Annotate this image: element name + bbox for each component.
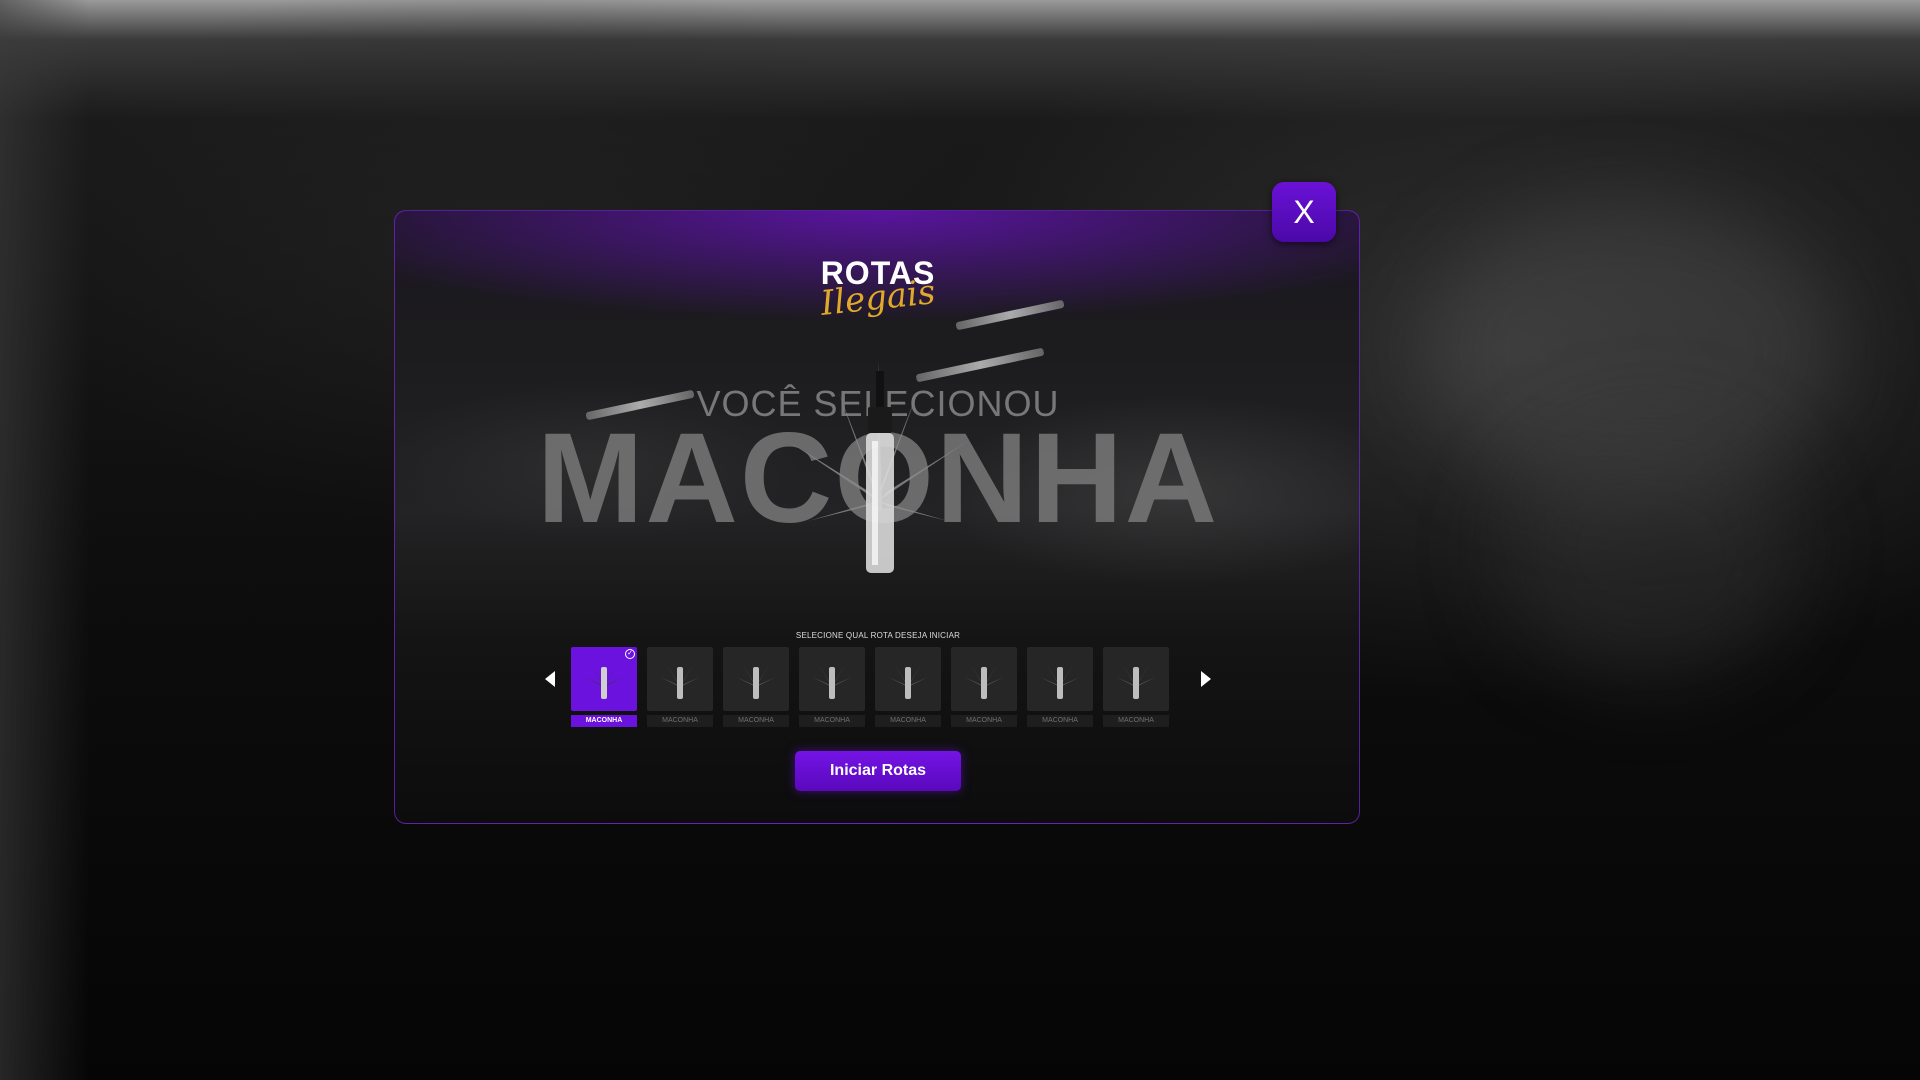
route-card-label: MACONHA [647,715,713,727]
cannabis-vial-icon [1040,663,1080,699]
rotas-ilegais-logo: ROTAS Ilegais [395,257,1359,324]
route-card-label: MACONHA [1103,715,1169,727]
route-card-image [1027,647,1093,711]
selected-check-icon: ✓ [625,649,635,659]
cannabis-vial-icon [660,663,700,699]
cannabis-vial-icon [788,361,968,573]
route-card-label: MACONHA [875,715,941,727]
route-card[interactable]: MACONHA [799,647,865,727]
route-card-image [647,647,713,711]
carousel-prev-arrow-icon[interactable] [545,671,555,687]
route-card[interactable]: MACONHA [723,647,789,727]
route-card-image [951,647,1017,711]
route-card-image [875,647,941,711]
cannabis-vial-icon [964,663,1004,699]
route-card-label: MACONHA [799,715,865,727]
cannabis-vial-icon [812,663,852,699]
route-card[interactable]: MACONHA [1103,647,1169,727]
route-card-image: ✓ [571,647,637,711]
routes-modal: ROTAS Ilegais VOCÊ SELECIONOU MACONHA SE… [394,210,1360,824]
start-routes-button[interactable]: Iniciar Rotas [795,751,961,791]
route-card-label: MACONHA [723,715,789,727]
route-card-label: MACONHA [951,715,1017,727]
route-card[interactable]: MACONHA [875,647,941,727]
route-selection-title: SELECIONE QUAL ROTA DESEJA INICIAR [795,631,961,640]
route-card-image [799,647,865,711]
route-card-label: MACONHA [1027,715,1093,727]
route-card[interactable]: MACONHA [951,647,1017,727]
route-card[interactable]: MACONHA [647,647,713,727]
cannabis-vial-icon [584,663,624,699]
route-cards: ✓ MACONHA MACONHA MACONHA MACONHA MACONH… [571,647,1169,727]
route-card-image [723,647,789,711]
route-card[interactable]: ✓ MACONHA [571,647,637,727]
carousel-next-arrow-icon[interactable] [1201,671,1211,687]
route-card[interactable]: MACONHA [1027,647,1093,727]
close-button[interactable]: X [1272,182,1336,242]
cannabis-vial-icon [1116,663,1156,699]
cannabis-vial-icon [888,663,928,699]
route-carousel: ✓ MACONHA MACONHA MACONHA MACONHA MACONH… [545,647,1211,727]
route-card-image [1103,647,1169,711]
cannabis-vial-icon [736,663,776,699]
route-card-label: MACONHA [571,715,637,727]
